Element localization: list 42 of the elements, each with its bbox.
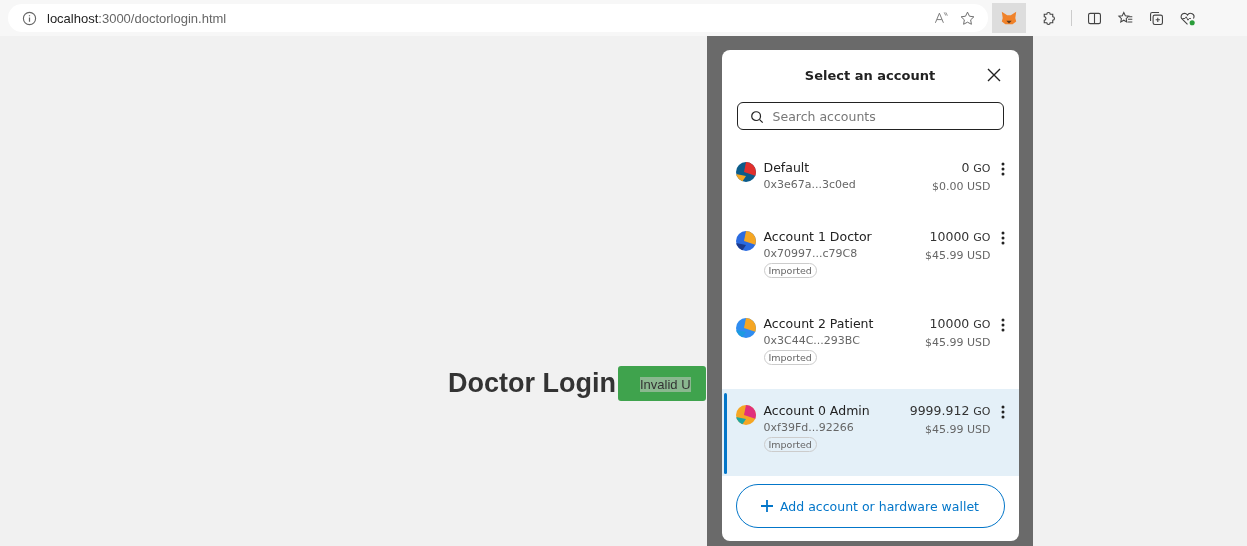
account-item[interactable]: Account 2 Patient 0x3C44C...293BC Imported 10000 GO $45.99 USD [721, 302, 1019, 389]
account-address: 0x3e67a...3c0ed [763, 178, 856, 191]
collections-icon[interactable] [1148, 9, 1165, 27]
search-icon [749, 110, 764, 124]
page-heading: Doctor Login [448, 368, 616, 399]
dialog-title: Select an account [804, 67, 936, 83]
fiat-balance: $45.99 USD [925, 249, 991, 262]
account-name: Account 2 Patient [763, 316, 874, 331]
more-options-icon[interactable] [1000, 318, 1005, 332]
more-options-icon[interactable] [1000, 231, 1005, 245]
account-item[interactable]: Default 0x3e67a...3c0ed 0 GO $0.00 USD [721, 146, 1019, 215]
plus-icon [761, 500, 773, 512]
address-bar[interactable]: localhost:3000/doctorlogin.html [8, 4, 988, 32]
fiat-balance: $0.00 USD [932, 180, 991, 193]
account-balance: 0 GO [961, 160, 991, 175]
add-account-button[interactable]: Add account or hardware wallet [735, 484, 1005, 528]
close-button[interactable] [986, 68, 1001, 82]
fiat-balance: $45.99 USD [925, 336, 991, 349]
account-item[interactable]: Account 0 Admin 0xf39Fd...92266 Imported 9999.912 GO $45.99 USD [721, 389, 1019, 476]
avatar-icon [735, 231, 756, 251]
account-name: Account 1 Doctor [763, 229, 872, 244]
more-options-icon[interactable] [1000, 162, 1005, 176]
account-name: Account 0 Admin [763, 403, 870, 418]
account-balance: 9999.912 GO [909, 403, 991, 418]
account-address: 0xf39Fd...92266 [763, 421, 854, 434]
read-aloud-icon[interactable] [933, 10, 949, 26]
avatar-icon [735, 405, 756, 425]
avatar-icon [735, 318, 756, 338]
account-item[interactable]: Account 1 Doctor 0x70997...c79C8 Imported 10000 GO $45.99 USD [721, 215, 1019, 302]
account-address: 0x70997...c79C8 [763, 247, 858, 260]
account-balance: 10000 GO [929, 316, 991, 331]
alert-banner: Invalid U [618, 366, 706, 401]
info-icon[interactable] [22, 10, 37, 26]
account-balance: 10000 GO [929, 229, 991, 244]
more-options-icon[interactable] [1000, 405, 1005, 419]
fiat-balance: $45.99 USD [925, 423, 991, 436]
account-name: Default [763, 160, 810, 175]
search-field[interactable]: Search accounts [736, 102, 1004, 130]
account-address: 0x3C44C...293BC [763, 334, 860, 347]
star-icon[interactable] [959, 9, 976, 27]
avatar-icon [735, 162, 756, 182]
url-text: localhost:3000/doctorlogin.html [47, 10, 227, 26]
